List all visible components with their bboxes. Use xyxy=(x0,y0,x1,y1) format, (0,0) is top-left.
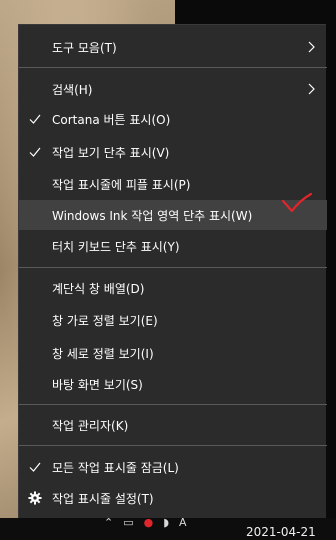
menu-item-show-desktop[interactable]: 바탕 화면 보기(S) xyxy=(19,369,327,399)
menu-item-label: 터치 키보드 단추 표시(Y) xyxy=(52,239,180,254)
chevron-right-icon xyxy=(308,83,315,95)
menu-item-side-by-side[interactable]: 창 세로 정렬 보기(I) xyxy=(19,338,327,368)
taskbar-context-menu: 도구 모음(T) 검색(H) Cortana 버튼 표시(O) 작업 보기 단추… xyxy=(18,24,327,518)
menu-item-touch-keyboard[interactable]: 터치 키보드 단추 표시(Y) xyxy=(19,231,327,261)
chevron-right-icon xyxy=(308,41,315,53)
network-icon[interactable]: ▭ xyxy=(123,517,133,528)
checkmark-icon xyxy=(29,114,41,124)
menu-separator xyxy=(19,67,327,68)
menu-item-label: 작업 보기 단추 표시(V) xyxy=(52,145,170,160)
menu-item-label: Windows Ink 작업 영역 단추 표시(W) xyxy=(52,208,253,223)
menu-item-cascade[interactable]: 계단식 창 배열(D) xyxy=(19,273,327,303)
red-checkmark-annotation-icon xyxy=(281,192,313,213)
menu-item-cortana[interactable]: Cortana 버튼 표시(O) xyxy=(19,104,327,134)
menu-item-lock-taskbar[interactable]: 모든 작업 표시줄 잠금(L) xyxy=(19,452,327,482)
menu-item-label: 모든 작업 표시줄 잠금(L) xyxy=(52,460,179,475)
checkmark-icon xyxy=(29,462,41,472)
menu-item-task-manager[interactable]: 작업 관리자(K) xyxy=(19,410,327,440)
checkmark-icon xyxy=(29,147,41,157)
chevron-up-icon[interactable]: ⌃ xyxy=(104,517,113,528)
menu-item-label: 작업 표시줄에 피플 표시(P) xyxy=(52,177,191,192)
menu-item-task-view[interactable]: 작업 보기 단추 표시(V) xyxy=(19,137,327,167)
menu-item-stacked[interactable]: 창 가로 정렬 보기(E) xyxy=(19,305,327,335)
menu-item-label: 작업 표시줄 설정(T) xyxy=(52,491,154,506)
menu-item-label: 작업 관리자(K) xyxy=(52,418,129,433)
menu-item-label: 창 세로 정렬 보기(I) xyxy=(52,346,154,361)
menu-separator xyxy=(19,445,327,446)
menu-item-label: 창 가로 정렬 보기(E) xyxy=(52,313,158,328)
menu-item-taskbar-settings[interactable]: 작업 표시줄 설정(T) xyxy=(19,483,327,513)
notification-dot-icon: ● xyxy=(143,515,154,529)
menu-item-search[interactable]: 검색(H) xyxy=(19,74,327,104)
input-method-icon[interactable]: A xyxy=(179,517,187,528)
menu-item-label: Cortana 버튼 표시(O) xyxy=(52,112,171,127)
menu-item-label: 계단식 창 배열(D) xyxy=(52,281,145,296)
menu-item-toolbars[interactable]: 도구 모음(T) xyxy=(19,32,327,62)
gear-icon xyxy=(28,491,42,505)
menu-item-label: 검색(H) xyxy=(52,82,93,97)
menu-item-label: 도구 모음(T) xyxy=(52,40,117,55)
menu-separator xyxy=(19,267,327,268)
menu-separator xyxy=(19,404,327,405)
menu-item-label: 바탕 화면 보기(S) xyxy=(52,377,143,392)
volume-icon[interactable]: ◗ xyxy=(163,517,169,528)
taskbar-date[interactable]: 2021-04-21 xyxy=(246,525,316,539)
